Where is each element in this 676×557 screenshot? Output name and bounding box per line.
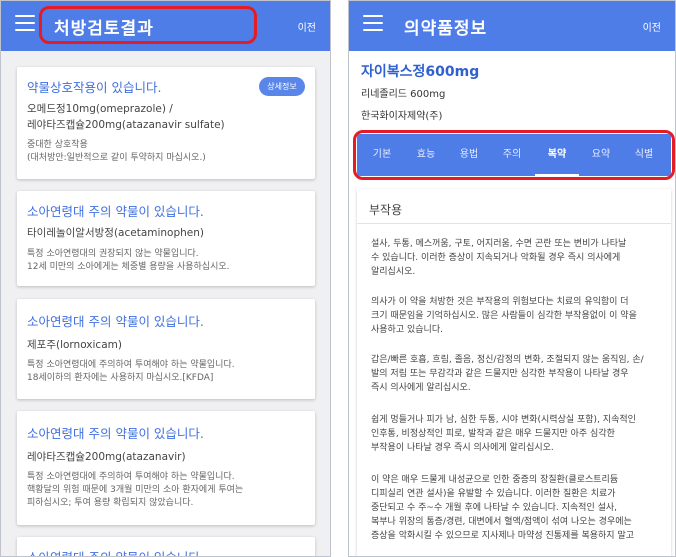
interaction-card[interactable]: 약물상호작용이 있습니다. 상세정보 오메드정10mg(omeprazole) … — [17, 67, 315, 179]
card-note: 중대한 상호작용 — [27, 140, 88, 150]
menu-icon[interactable] — [15, 15, 35, 31]
pediatric-warning-card[interactable]: 소아연령대 주의 약물이 있습니다. 타이레놀이알서방정(acetaminoph… — [17, 191, 315, 286]
tab-bar-highlight — [353, 130, 675, 180]
back-button[interactable]: 이전 — [643, 19, 661, 34]
card-title: 약물상호작용이 있습니다. — [27, 80, 162, 95]
drug-line: 타이레놀이알서방정(acetaminophen) — [27, 227, 205, 239]
menu-icon[interactable] — [363, 15, 383, 31]
paragraph: 쉽게 멍들거나 피가 남, 심한 두통, 시야 변화(시력상실 포함), 지속적… — [371, 415, 636, 453]
detail-button[interactable]: 상세정보 — [259, 77, 305, 96]
drug-info-screen: 의약품정보 이전 자이복스정600mg 리네졸리드 600mg 한국화이자제약(… — [348, 0, 676, 557]
page-title: 의약품정보 — [404, 19, 488, 39]
paragraph: 갑은/빠른 호흡, 흐림, 졸음, 정신/감정의 변화, 조절되지 않는 움직임… — [371, 355, 644, 393]
card-note: 피하십시오; 투여 용량 확립되지 않았습니다. — [27, 498, 194, 508]
pediatric-warning-card[interactable]: 소아연령대 주의 약물이 있습니다. — [17, 537, 315, 556]
app-bar: 의약품정보 이전 — [349, 1, 675, 51]
drug-line: 오메드정10mg(omeprazole) / — [27, 103, 173, 115]
card-title: 소아연령대 주의 약물이 있습니다. — [27, 204, 204, 219]
card-note: 특정 소아연령대에 주의하여 투여해야 하는 약물입니다. — [27, 360, 235, 370]
card-note: (대처방안:일반적으로 같이 투약하지 마십시오.) — [27, 153, 206, 163]
pediatric-warning-card[interactable]: 소아연령대 주의 약물이 있습니다. 제포주(lornoxicam) 특정 소아… — [17, 299, 315, 399]
card-title: 소아연령대 주의 약물이 있습니다. — [27, 314, 204, 329]
drug-line: 레야타즈캡슐200mg(atazanavir) — [27, 451, 186, 463]
card-note: 18세이하의 환자에는 사용하지 마십시오.[KFDA] — [27, 373, 214, 383]
drug-ingredient: 리네졸리드 600mg — [361, 89, 446, 100]
pediatric-warning-card[interactable]: 소아연령대 주의 약물이 있습니다. 레야타즈캡슐200mg(atazanavi… — [17, 411, 315, 525]
card-note: 특정 소아연령대의 권장되지 않는 약물입니다. — [27, 249, 199, 259]
card-note: 12세 미만의 소아에게는 체중별 용량을 사용하십시오. — [27, 262, 230, 272]
drug-name: 자이복스정600mg — [361, 64, 480, 80]
drug-line: 제포주(lornoxicam) — [27, 339, 122, 351]
card-note: 핵황달의 위험 때문에 3개월 미만의 소아 환자에게 투여는 — [27, 485, 244, 495]
card-title: 소아연령대 주의 약물이 있습니다. — [27, 547, 204, 556]
side-effects-panel: 부작용 설사, 두통, 메스꺼움, 구토, 어지러움, 수면 곤란 또는 변비가… — [357, 189, 671, 556]
divider — [357, 223, 671, 224]
paragraph: 설사, 두통, 메스꺼움, 구토, 어지러움, 수면 곤란 또는 변비가 나타날… — [371, 239, 627, 277]
drug-line: 레야타즈캡슐200mg(atazanavir sulfate) — [27, 119, 225, 131]
prescription-review-screen: 처방검토결과 이전 약물상호작용이 있습니다. 상세정보 오메드정10mg(om… — [0, 0, 331, 557]
back-button[interactable]: 이전 — [298, 19, 316, 34]
paragraph: 이 약은 매우 드물게 내성균으로 인한 중증의 장질환(클로스트리듐 디피실리 … — [371, 475, 635, 541]
paragraph: 의사가 이 약을 처방한 것은 부작용의 위험보다는 치료의 유익함이 더 크기 … — [371, 297, 637, 335]
drug-company: 한국화이자제약(주) — [361, 111, 443, 122]
section-title: 부작용 — [369, 203, 403, 217]
card-title: 소아연령대 주의 약물이 있습니다. — [27, 426, 204, 441]
card-note: 특정 소아연령대에 주의하여 투여해야 하는 약물입니다. — [27, 472, 235, 482]
title-highlight — [39, 6, 257, 44]
